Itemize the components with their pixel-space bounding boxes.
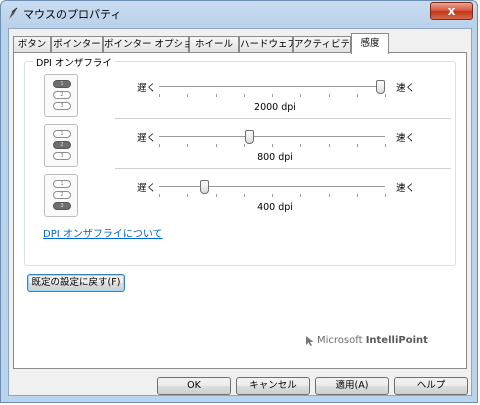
- fast-label: 速く: [396, 133, 416, 144]
- apply-button[interactable]: 適用(A): [315, 377, 389, 395]
- slider-tick: [187, 94, 189, 97]
- slider-tick: [215, 94, 217, 97]
- restore-defaults-button[interactable]: 既定の設定に戻す(F): [27, 274, 125, 292]
- slow-label: 遅く: [137, 83, 157, 94]
- mouse-properties-window: マウスのプロパティ x ボタン ポインター ポインター オプション ホイール ハ…: [0, 0, 478, 403]
- slider-tick: [187, 144, 189, 147]
- group-title: DPI オンザフライ: [33, 55, 115, 69]
- slider-tick: [243, 144, 245, 147]
- preset-pill-3: 3: [53, 102, 71, 110]
- dpi-slider-2-thumb[interactable]: [245, 130, 255, 144]
- sensitivity-panel: DPI オンザフライ 1 2 3 遅く 速く 2000 dpi 1 2 3 遅く…: [13, 52, 467, 369]
- slow-label: 遅く: [137, 183, 157, 194]
- slider-tick: [328, 94, 330, 97]
- row-separator: [115, 168, 451, 169]
- tab-wheel[interactable]: ホイール: [189, 36, 239, 53]
- dpi-value-2: 800 dpi: [257, 152, 293, 163]
- slider-tick: [243, 94, 245, 97]
- dpi-slider-1-track[interactable]: [159, 86, 385, 87]
- preset-pill-2: 2: [53, 91, 71, 99]
- tab-activity[interactable]: アクティビティ: [293, 36, 359, 53]
- dpi-on-the-fly-group: DPI オンザフライ 1 2 3 遅く 速く 2000 dpi 1 2 3 遅く…: [24, 55, 456, 266]
- brand-product: IntelliPoint: [365, 335, 428, 346]
- about-dpi-link[interactable]: DPI オンザフライについて: [43, 225, 163, 240]
- dpi-preset-2-icon: 1 2 3: [44, 124, 78, 167]
- slider-tick: [187, 194, 189, 197]
- slider-tick: [215, 194, 217, 197]
- preset-pill-1: 1: [53, 130, 71, 138]
- tab-sensitivity[interactable]: 感度: [351, 33, 389, 54]
- tab-buttons[interactable]: ボタン: [13, 36, 51, 53]
- intellipoint-mouse-icon: [306, 336, 314, 346]
- preset-pill-2: 2: [53, 141, 71, 149]
- slow-label: 遅く: [137, 133, 157, 144]
- dpi-slider-3-track[interactable]: [159, 186, 385, 187]
- slider-tick: [159, 194, 160, 197]
- dpi-slider-3-thumb[interactable]: [200, 180, 210, 194]
- slider-tick: [300, 94, 302, 97]
- slider-tick: [159, 144, 160, 147]
- brand-prefix: Microsoft: [317, 335, 366, 346]
- slider-tick: [356, 144, 358, 147]
- dpi-slider-2-track[interactable]: [159, 136, 385, 137]
- close-button[interactable]: x: [430, 2, 473, 20]
- window-title: マウスのプロパティ: [23, 8, 122, 21]
- slider-tick: [356, 94, 358, 97]
- dpi-value-3: 400 dpi: [257, 202, 293, 213]
- microsoft-intellipoint-logo: Microsoft IntelliPoint: [306, 335, 428, 346]
- help-button[interactable]: ヘルプ: [394, 377, 468, 395]
- cancel-button[interactable]: キャンセル: [236, 377, 310, 395]
- preset-pill-3: 3: [53, 152, 71, 160]
- slider-tick: [215, 144, 217, 147]
- slider-tick: [356, 194, 358, 197]
- preset-pill-3: 3: [53, 202, 71, 210]
- slider-tick: [272, 144, 273, 147]
- title-bar[interactable]: マウスのプロパティ x: [1, 1, 479, 27]
- dpi-value-1: 2000 dpi: [254, 102, 296, 113]
- row-separator: [115, 118, 451, 119]
- fast-label: 速く: [396, 183, 416, 194]
- slider-tick: [272, 94, 273, 97]
- mouse-pointer-icon: [9, 7, 18, 19]
- slider-tick: [385, 144, 386, 147]
- ok-button[interactable]: OK: [157, 377, 231, 395]
- slider-tick: [243, 194, 245, 197]
- tab-pointers[interactable]: ポインター: [51, 36, 103, 53]
- tab-hardware[interactable]: ハードウェア: [239, 36, 297, 53]
- dpi-preset-1-icon: 1 2 3: [44, 74, 78, 117]
- slider-tick: [300, 194, 302, 197]
- slider-tick: [328, 194, 330, 197]
- preset-pill-2: 2: [53, 191, 71, 199]
- dpi-slider-1-thumb[interactable]: [376, 80, 386, 94]
- slider-tick: [385, 94, 386, 97]
- dpi-preset-3-icon: 1 2 3: [44, 174, 78, 217]
- preset-pill-1: 1: [53, 180, 71, 188]
- slider-tick: [272, 194, 273, 197]
- slider-tick: [328, 144, 330, 147]
- tab-pointer-options[interactable]: ポインター オプション: [103, 36, 202, 53]
- slider-tick: [385, 194, 386, 197]
- preset-pill-1: 1: [53, 80, 71, 88]
- slider-tick: [159, 94, 160, 97]
- slider-tick: [300, 144, 302, 147]
- fast-label: 速く: [396, 83, 416, 94]
- dialog-client: ボタン ポインター ポインター オプション ホイール ハードウェア アクティビテ…: [8, 28, 472, 396]
